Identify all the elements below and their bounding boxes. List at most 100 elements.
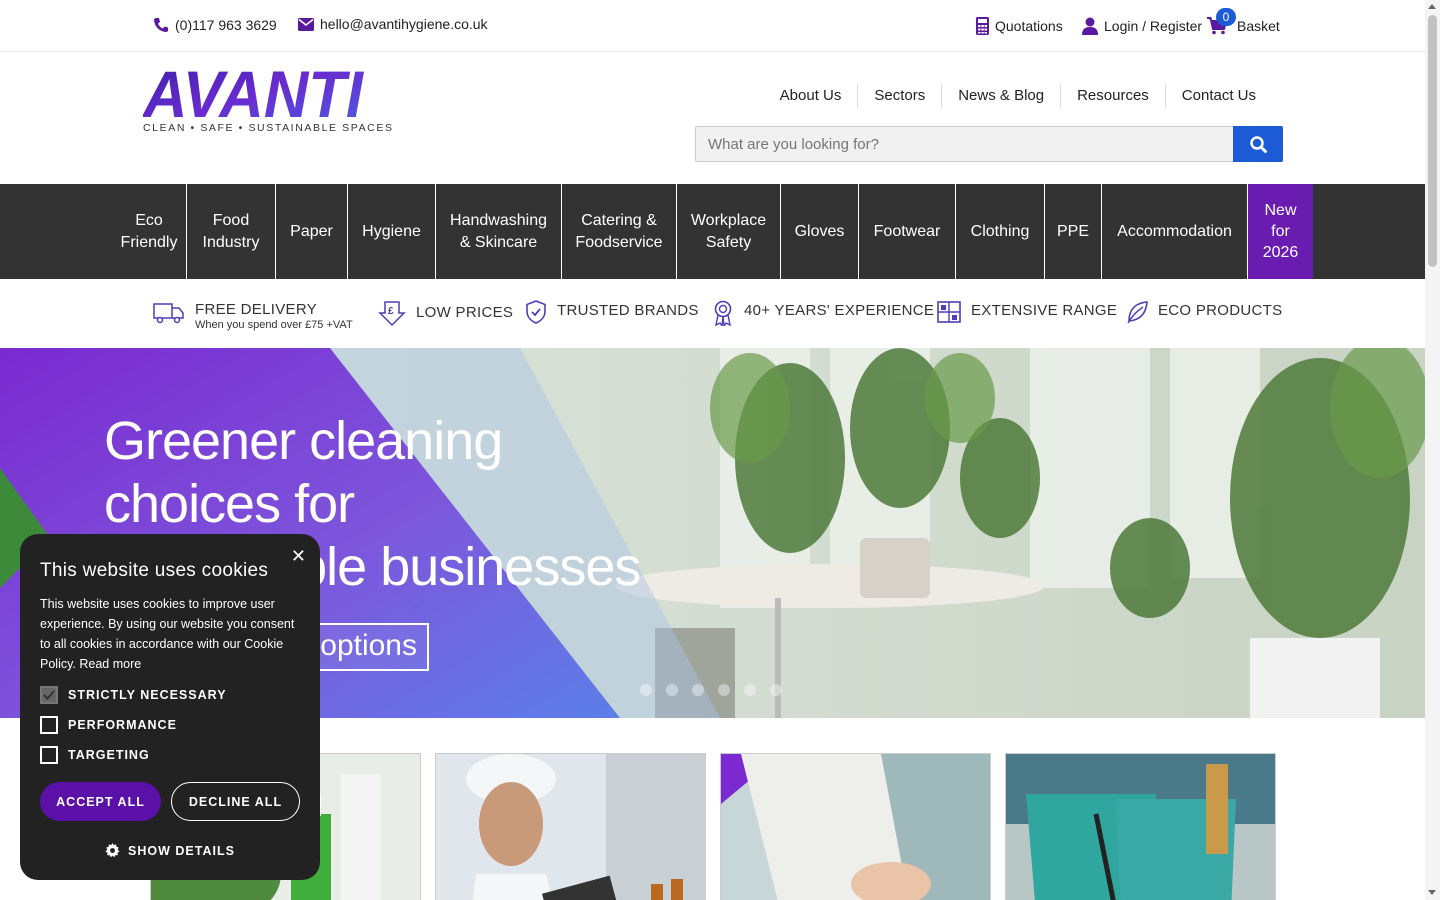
calculator-icon <box>976 17 989 35</box>
category-nav: Eco Friendly Food Industry Paper Hygiene H… <box>0 184 1425 279</box>
usp-trusted-brands: TRUSTED BRANDS <box>525 300 699 324</box>
category-label-line1: Catering & <box>581 211 657 229</box>
top-nav: About Us Sectors News & Blog Resources C… <box>764 84 1272 108</box>
nav-news-blog[interactable]: News & Blog <box>941 84 1060 108</box>
category-label-line2: for <box>1271 223 1290 240</box>
email-link[interactable]: hello@avantihygiene.co.uk <box>298 16 488 32</box>
search-input[interactable] <box>695 126 1233 162</box>
usp-range-title: EXTENSIVE RANGE <box>971 302 1118 319</box>
targeting-label: TARGETING <box>68 748 150 762</box>
delivery-truck-icon <box>153 303 184 324</box>
cookie-option-strictly-necessary: STRICTLY NECESSARY <box>40 686 300 704</box>
category-ppe[interactable]: PPE <box>1045 184 1102 279</box>
logo-tagline: CLEAN • SAFE • SUSTAINABLE SPACES <box>143 122 394 134</box>
quotations-link[interactable]: Quotations <box>976 17 1063 35</box>
category-eco-friendly[interactable]: Eco Friendly <box>112 184 187 279</box>
logo-text: AVANTI <box>143 64 365 120</box>
nav-about-us[interactable]: About Us <box>764 84 858 108</box>
cookie-option-performance: PERFORMANCE <box>40 716 300 734</box>
hero-heading-line1: Greener cleaning <box>104 411 503 471</box>
category-hygiene[interactable]: Hygiene <box>348 184 436 279</box>
search-bar <box>695 126 1283 162</box>
category-accommodation[interactable]: Accommodation <box>1102 184 1248 279</box>
usp-delivery-subtitle: When you spend over £75 +VAT <box>195 319 353 331</box>
carousel-dot[interactable] <box>692 684 704 696</box>
targeting-checkbox[interactable] <box>40 746 58 764</box>
carousel-dot[interactable] <box>770 684 782 696</box>
product-tile-food-industry[interactable] <box>435 753 706 900</box>
category-label: Footwear <box>873 222 941 240</box>
category-paper[interactable]: Paper <box>276 184 348 279</box>
category-gloves[interactable]: Gloves <box>781 184 859 279</box>
category-workplace-safety[interactable]: Workplace Safety <box>677 184 781 279</box>
category-label: Accommodation <box>1117 222 1232 240</box>
basket-count-badge: 0 <box>1216 8 1236 26</box>
food-worker-image <box>436 754 705 900</box>
category-label-line1: Handwashing <box>450 211 547 229</box>
category-label: PPE <box>1057 222 1090 240</box>
category-label-line2: Foodservice <box>575 233 663 251</box>
performance-checkbox[interactable] <box>40 716 58 734</box>
search-icon <box>1249 135 1267 153</box>
quotations-label: Quotations <box>995 18 1063 34</box>
carousel-dot[interactable] <box>718 684 730 696</box>
accept-all-button[interactable]: ACCEPT ALL <box>40 782 161 821</box>
email-address: hello@avantihygiene.co.uk <box>320 16 488 32</box>
close-icon[interactable]: ✕ <box>291 546 306 567</box>
strictly-necessary-checkbox[interactable] <box>40 686 58 704</box>
phone-icon <box>154 18 168 32</box>
category-label-line2: & Skincare <box>459 233 538 251</box>
carousel-dot[interactable] <box>640 684 652 696</box>
category-label: Gloves <box>794 222 845 240</box>
hero-heading-line2: choices for <box>104 474 355 534</box>
carousel-dot[interactable] <box>666 684 678 696</box>
scroll-down-arrow[interactable] <box>1428 890 1436 895</box>
category-clothing[interactable]: Clothing <box>956 184 1045 279</box>
category-label: Hygiene <box>362 222 421 240</box>
cookie-title: This website uses cookies <box>40 560 269 581</box>
category-handwashing-skincare[interactable]: Handwashing & Skincare <box>436 184 562 279</box>
category-food-industry[interactable]: Food Industry <box>187 184 276 279</box>
logo-wordmark: AVANTI <box>141 57 365 131</box>
usp-extensive-range: EXTENSIVE RANGE <box>937 301 1117 323</box>
nav-sectors[interactable]: Sectors <box>857 84 941 108</box>
product-tile-hygiene[interactable] <box>1005 753 1276 900</box>
shield-check-icon <box>526 300 546 324</box>
category-label-line3: 2026 <box>1262 244 1299 261</box>
page-scrollbar[interactable] <box>1425 0 1440 900</box>
login-link[interactable]: Login / Register <box>1082 17 1202 35</box>
nav-contact-us[interactable]: Contact Us <box>1164 84 1272 108</box>
usp-eco-products: ECO PRODUCTS <box>1126 300 1282 324</box>
scroll-thumb[interactable] <box>1428 15 1437 267</box>
usp-bar: FREE DELIVERY When you spend over £75 +V… <box>0 279 1425 348</box>
phone-link[interactable]: (0)117 963 3629 <box>153 17 277 33</box>
show-details-button[interactable]: SHOW DETAILS <box>40 843 300 858</box>
category-label: Paper <box>290 222 333 240</box>
usp-delivery-title: FREE DELIVERY <box>195 301 317 318</box>
scroll-up-arrow[interactable] <box>1428 4 1436 9</box>
avanti-logo[interactable]: AVANTI CLEAN • SAFE • SUSTAINABLE SPACES <box>141 57 394 136</box>
category-new-for-2026[interactable]: New for 2026 <box>1248 184 1313 279</box>
category-catering-foodservice[interactable]: Catering & Foodservice <box>562 184 677 279</box>
decline-all-button[interactable]: DECLINE ALL <box>171 782 300 821</box>
usp-free-delivery: FREE DELIVERY When you spend over £75 +V… <box>153 301 353 332</box>
strictly-necessary-label: STRICTLY NECESSARY <box>68 688 227 702</box>
usp-prices-title: LOW PRICES <box>416 304 514 321</box>
usp-experience-title: 40+ YEARS' EXPERIENCE <box>744 302 935 319</box>
category-label-line1: New <box>1264 202 1297 219</box>
nav-resources[interactable]: Resources <box>1060 84 1165 108</box>
shelves-icon <box>937 301 961 323</box>
usp-eco-title: ECO PRODUCTS <box>1158 302 1283 319</box>
envelope-icon <box>298 17 314 31</box>
mop-bucket-image <box>1006 754 1275 900</box>
product-tile-paper[interactable] <box>720 753 991 900</box>
carousel-dot[interactable] <box>744 684 756 696</box>
usp-low-prices: £ LOW PRICES <box>378 301 513 327</box>
read-more-link[interactable]: Read more <box>79 657 141 671</box>
category-label-line1: Eco <box>135 211 163 229</box>
category-footwear[interactable]: Footwear <box>859 184 956 279</box>
show-details-label: SHOW DETAILS <box>128 843 235 858</box>
category-label-line2: Friendly <box>120 233 178 251</box>
category-label: Clothing <box>970 222 1030 240</box>
search-button[interactable] <box>1233 126 1283 162</box>
